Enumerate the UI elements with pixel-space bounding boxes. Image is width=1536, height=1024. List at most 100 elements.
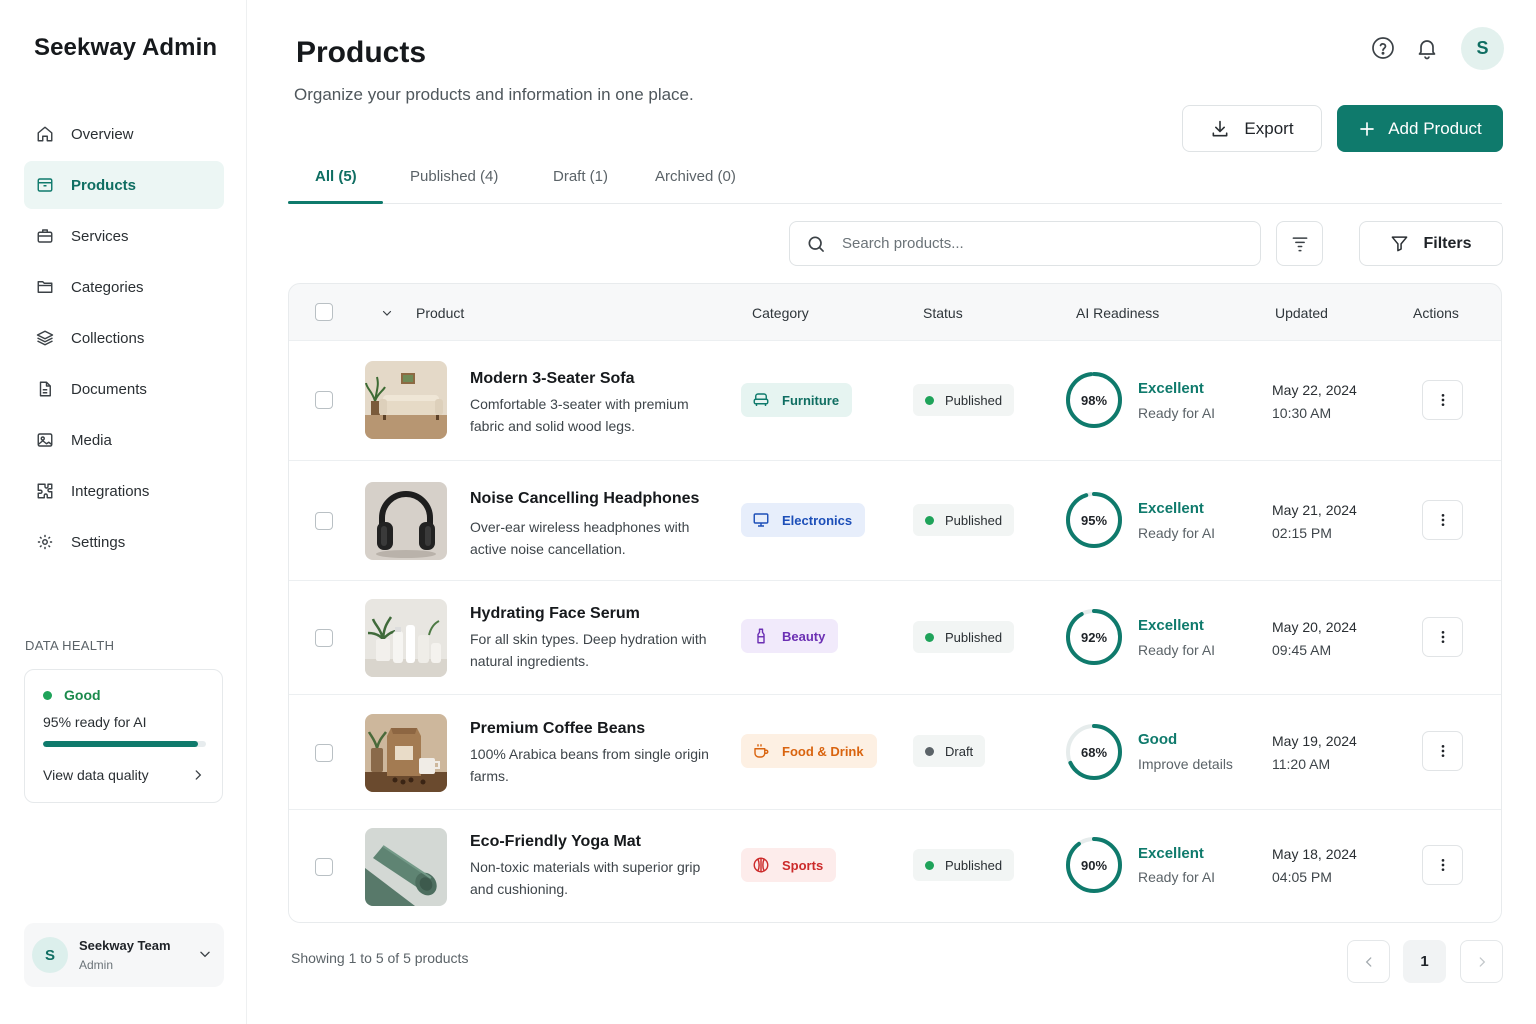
next-page-button[interactable] (1460, 940, 1503, 983)
data-health-progress-bar (43, 741, 206, 747)
product-description: For all skin types. Deep hydration with … (470, 631, 707, 669)
status-label: Published (945, 857, 1003, 873)
products-table: Product Category Status AI Readiness Upd… (288, 283, 1502, 923)
sidebar-item-label: Documents (71, 380, 147, 398)
draft-dot-icon (925, 746, 934, 756)
sidebar: Seekway Admin Overview Products Services… (0, 0, 247, 1024)
ai-readiness-ring: 92% (1065, 608, 1123, 666)
sidebar-item-settings[interactable]: Settings (24, 518, 224, 566)
select-all-checkbox[interactable] (315, 303, 333, 321)
search-icon (806, 234, 826, 254)
ai-score: 95% (1080, 512, 1108, 528)
row-actions-button[interactable] (1422, 617, 1463, 657)
sidebar-item-media[interactable]: Media (24, 416, 224, 464)
ai-readiness-ring: 95% (1065, 491, 1123, 549)
puzzle-icon (36, 482, 54, 500)
row-actions-button[interactable] (1422, 500, 1463, 540)
ai-score: 92% (1080, 629, 1108, 645)
sidebar-item-documents[interactable]: Documents (24, 365, 224, 413)
chevron-down-icon (198, 947, 212, 961)
column-header-status[interactable]: Status (923, 305, 963, 321)
product-name[interactable]: Noise Cancelling Headphones (470, 490, 699, 508)
row-actions-button[interactable] (1422, 380, 1463, 420)
headphones-thumbnail-image (365, 482, 447, 560)
sidebar-item-overview[interactable]: Overview (24, 110, 224, 158)
sidebar-item-label: Services (71, 227, 129, 245)
table-row[interactable]: Modern 3-Seater Sofa Comfortable 3-seate… (289, 340, 1501, 460)
home-icon (36, 125, 54, 143)
sidebar-item-label: Overview (71, 125, 134, 143)
sidebar-item-label: Products (71, 176, 137, 194)
row-checkbox[interactable] (315, 629, 333, 647)
ai-score: 68% (1080, 744, 1108, 760)
ai-note: Improve details (1138, 756, 1233, 772)
user-avatar[interactable]: S (1461, 27, 1504, 70)
status-badge: Draft (913, 735, 986, 767)
team-info: Seekway Team Admin (79, 938, 171, 972)
search-input[interactable] (842, 235, 1242, 252)
ai-grade: Excellent (1138, 500, 1204, 517)
column-header-category[interactable]: Category (752, 305, 809, 321)
team-switcher[interactable]: S Seekway Team Admin (24, 923, 224, 987)
category-badge: Furniture (741, 383, 853, 417)
row-actions-button[interactable] (1422, 845, 1463, 885)
table-row[interactable]: Premium Coffee Beans 100% Arabica beans … (289, 694, 1501, 809)
more-vertical-icon (1435, 392, 1451, 408)
category-badge: Beauty (741, 619, 839, 653)
coffee-thumbnail-image (365, 714, 447, 792)
team-role: Admin (79, 958, 114, 972)
sidebar-item-integrations[interactable]: Integrations (24, 467, 224, 515)
product-name[interactable]: Premium Coffee Beans (470, 720, 645, 738)
product-name[interactable]: Hydrating Face Serum (470, 605, 640, 623)
filters-button[interactable]: Filters (1359, 221, 1503, 266)
ai-readiness-ring: 90% (1065, 836, 1123, 894)
published-dot-icon (925, 632, 934, 642)
status-label: Published (945, 512, 1003, 528)
sort-button[interactable] (1276, 221, 1323, 266)
table-row[interactable]: Hydrating Face Serum For all skin types.… (289, 580, 1501, 694)
serum-thumbnail-image (365, 599, 447, 677)
tab-draft[interactable]: Draft (1) (553, 168, 608, 185)
help-icon[interactable] (1371, 36, 1395, 60)
row-actions-button[interactable] (1422, 731, 1463, 771)
updated-date: May 18, 2024 (1272, 846, 1357, 862)
sidebar-item-label: Media (71, 431, 112, 449)
sidebar-item-collections[interactable]: Collections (24, 314, 224, 362)
view-data-quality-link[interactable]: View data quality (43, 767, 205, 783)
monitor-icon (752, 511, 782, 529)
sidebar-item-categories[interactable]: Categories (24, 263, 224, 311)
product-name[interactable]: Modern 3-Seater Sofa (470, 370, 634, 388)
filters-label: Filters (1423, 234, 1472, 252)
column-header-product[interactable]: Product (416, 305, 464, 321)
tab-published[interactable]: Published (4) (410, 168, 498, 185)
chevron-down-icon[interactable] (381, 307, 393, 319)
row-checkbox[interactable] (315, 744, 333, 762)
product-description: Over-ear wireless headphones with active… (470, 519, 690, 557)
ai-score: 90% (1080, 857, 1108, 873)
status-badge: Published (913, 621, 1015, 653)
tab-archived[interactable]: Archived (0) (655, 168, 736, 185)
table-row[interactable]: Noise Cancelling Headphones Over-ear wir… (289, 460, 1501, 580)
sidebar-item-products[interactable]: Products (24, 161, 224, 209)
ai-readiness-ring: 98% (1065, 371, 1123, 429)
sidebar-item-label: Collections (71, 329, 145, 347)
add-product-button[interactable]: Add Product (1337, 105, 1503, 152)
column-header-updated[interactable]: Updated (1275, 305, 1328, 321)
status-label: Published (945, 392, 1003, 408)
page-button-current[interactable]: 1 (1403, 940, 1446, 983)
product-name[interactable]: Eco-Friendly Yoga Mat (470, 833, 641, 851)
bell-icon[interactable] (1415, 36, 1439, 60)
table-row[interactable]: Eco-Friendly Yoga Mat Non-toxic material… (289, 809, 1501, 922)
column-header-ai-readiness[interactable]: AI Readiness (1076, 305, 1159, 321)
row-checkbox[interactable] (315, 512, 333, 530)
status-dot-icon (43, 690, 52, 700)
category-badge: Food & Drink (741, 734, 877, 768)
category-badge: Electronics (741, 503, 866, 537)
row-checkbox[interactable] (315, 391, 333, 409)
previous-page-button[interactable] (1347, 940, 1390, 983)
row-checkbox[interactable] (315, 858, 333, 876)
export-button[interactable]: Export (1182, 105, 1322, 152)
tab-all[interactable]: All (5) (315, 168, 357, 185)
gear-icon (36, 533, 54, 551)
sidebar-item-services[interactable]: Services (24, 212, 224, 260)
